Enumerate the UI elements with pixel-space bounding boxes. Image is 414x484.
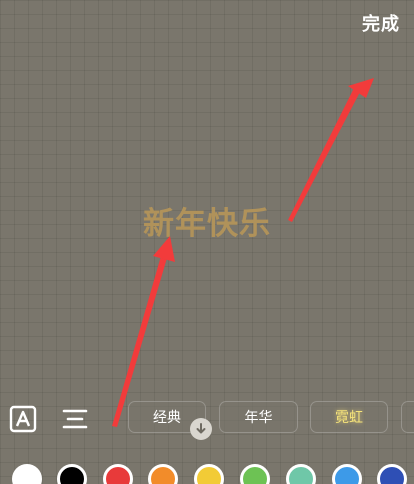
align-center-icon[interactable]: [61, 405, 89, 433]
done-button[interactable]: 完成: [362, 10, 400, 36]
style-chip-neon[interactable]: 霓虹: [310, 401, 388, 433]
color-palette: [0, 462, 414, 484]
color-swatch[interactable]: [240, 464, 270, 484]
color-swatch[interactable]: [194, 464, 224, 484]
color-swatch[interactable]: [148, 464, 178, 484]
text-toolbar: 经典 年华 霓虹: [0, 399, 414, 440]
canvas-text[interactable]: 新年快乐: [0, 198, 414, 243]
style-chip-more[interactable]: [401, 401, 414, 433]
color-swatch[interactable]: [377, 464, 407, 484]
color-swatch[interactable]: [103, 464, 133, 484]
color-swatch[interactable]: [332, 464, 362, 484]
text-editor-screen: 完成 新年快乐 经典 年华 霓虹: [0, 0, 414, 484]
color-swatch[interactable]: [12, 464, 42, 484]
color-swatch[interactable]: [57, 464, 87, 484]
text-box-a-icon[interactable]: [9, 405, 37, 433]
style-chip-nianhua[interactable]: 年华: [219, 401, 298, 433]
color-swatch[interactable]: [286, 464, 316, 484]
download-arrow-icon[interactable]: [190, 418, 212, 440]
